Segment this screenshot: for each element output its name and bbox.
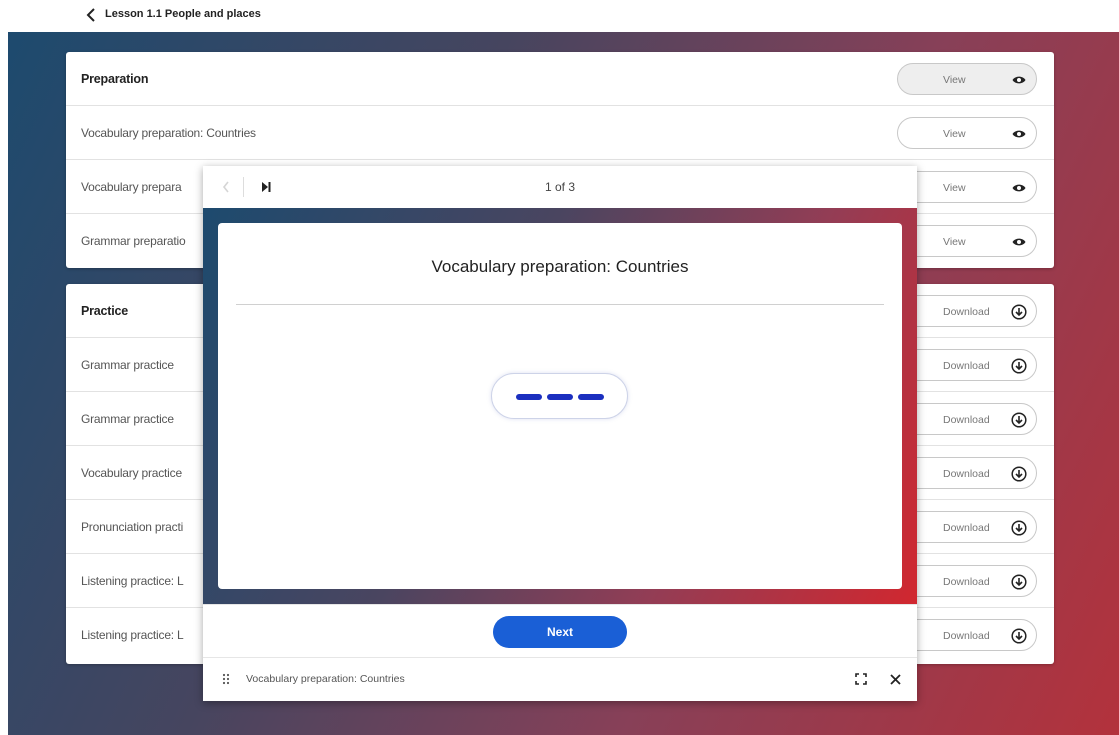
download-button[interactable]: Download xyxy=(897,565,1037,597)
download-icon xyxy=(1009,518,1029,538)
chevron-left-icon xyxy=(86,8,95,22)
download-icon xyxy=(1009,626,1029,646)
skip-to-end-icon xyxy=(262,182,271,192)
close-icon xyxy=(889,673,901,685)
item-label: Vocabulary prepara xyxy=(81,180,182,194)
activity-stage: Vocabulary preparation: Countries xyxy=(203,208,917,604)
item-label: Pronunciation practi xyxy=(81,520,184,534)
eye-icon xyxy=(1009,232,1029,252)
section-header-preparation: Preparation View xyxy=(66,52,1054,106)
list-item[interactable]: Vocabulary preparation: Countries View xyxy=(66,106,1054,160)
activity-card: Vocabulary preparation: Countries xyxy=(218,223,902,589)
download-icon xyxy=(1009,410,1029,430)
section-title: Preparation xyxy=(81,72,149,86)
download-button[interactable]: Download xyxy=(897,295,1037,327)
loading-indicator xyxy=(491,373,628,419)
download-icon xyxy=(1009,302,1029,322)
previous-button[interactable] xyxy=(215,176,237,198)
download-button[interactable]: Download xyxy=(897,619,1037,651)
chevron-left-icon xyxy=(222,181,229,193)
view-button[interactable]: View xyxy=(897,225,1037,257)
view-button[interactable]: View xyxy=(897,63,1037,95)
eye-icon xyxy=(1009,178,1029,198)
item-label: Listening practice: L xyxy=(81,574,184,588)
divider xyxy=(236,304,884,305)
item-label: Vocabulary practice xyxy=(81,466,182,480)
download-icon xyxy=(1009,356,1029,376)
drag-handle-icon[interactable] xyxy=(219,672,233,686)
item-label: Grammar preparatio xyxy=(81,234,186,248)
viewer-status-bar: Vocabulary preparation: Countries xyxy=(203,657,917,701)
expand-button[interactable] xyxy=(852,670,870,688)
view-button[interactable]: View xyxy=(897,171,1037,203)
viewer-toolbar: 1 of 3 xyxy=(203,166,917,208)
download-button[interactable]: Download xyxy=(897,349,1037,381)
section-title: Practice xyxy=(81,304,129,318)
activity-title: Vocabulary preparation: Countries xyxy=(431,257,689,276)
eye-icon xyxy=(1009,124,1029,144)
top-bar: Lesson 1.1 People and places xyxy=(0,0,1119,32)
lesson-title: Lesson 1.1 People and places xyxy=(105,8,261,20)
close-button[interactable] xyxy=(886,670,904,688)
viewer-footer: Next xyxy=(203,604,917,657)
download-button[interactable]: Download xyxy=(897,403,1037,435)
divider xyxy=(243,177,244,197)
eye-icon xyxy=(1009,70,1029,90)
view-button[interactable]: View xyxy=(897,117,1037,149)
activity-viewer: 1 of 3 Vocabulary preparation: Countries… xyxy=(203,166,917,701)
expand-icon xyxy=(855,673,867,685)
viewer-title: Vocabulary preparation: Countries xyxy=(246,673,405,685)
skip-to-end-button[interactable] xyxy=(255,176,277,198)
loading-dash xyxy=(516,394,542,400)
download-icon xyxy=(1009,464,1029,484)
page-counter: 1 of 3 xyxy=(544,180,576,194)
next-button[interactable]: Next xyxy=(493,616,627,648)
item-label: Vocabulary preparation: Countries xyxy=(81,126,256,140)
loading-dash xyxy=(547,394,573,400)
item-label: Grammar practice xyxy=(81,358,174,372)
download-button[interactable]: Download xyxy=(897,457,1037,489)
loading-dash xyxy=(578,394,604,400)
download-button[interactable]: Download xyxy=(897,511,1037,543)
item-label: Listening practice: L xyxy=(81,628,184,642)
download-icon xyxy=(1009,572,1029,592)
item-label: Grammar practice xyxy=(81,412,174,426)
back-button[interactable] xyxy=(80,4,102,26)
